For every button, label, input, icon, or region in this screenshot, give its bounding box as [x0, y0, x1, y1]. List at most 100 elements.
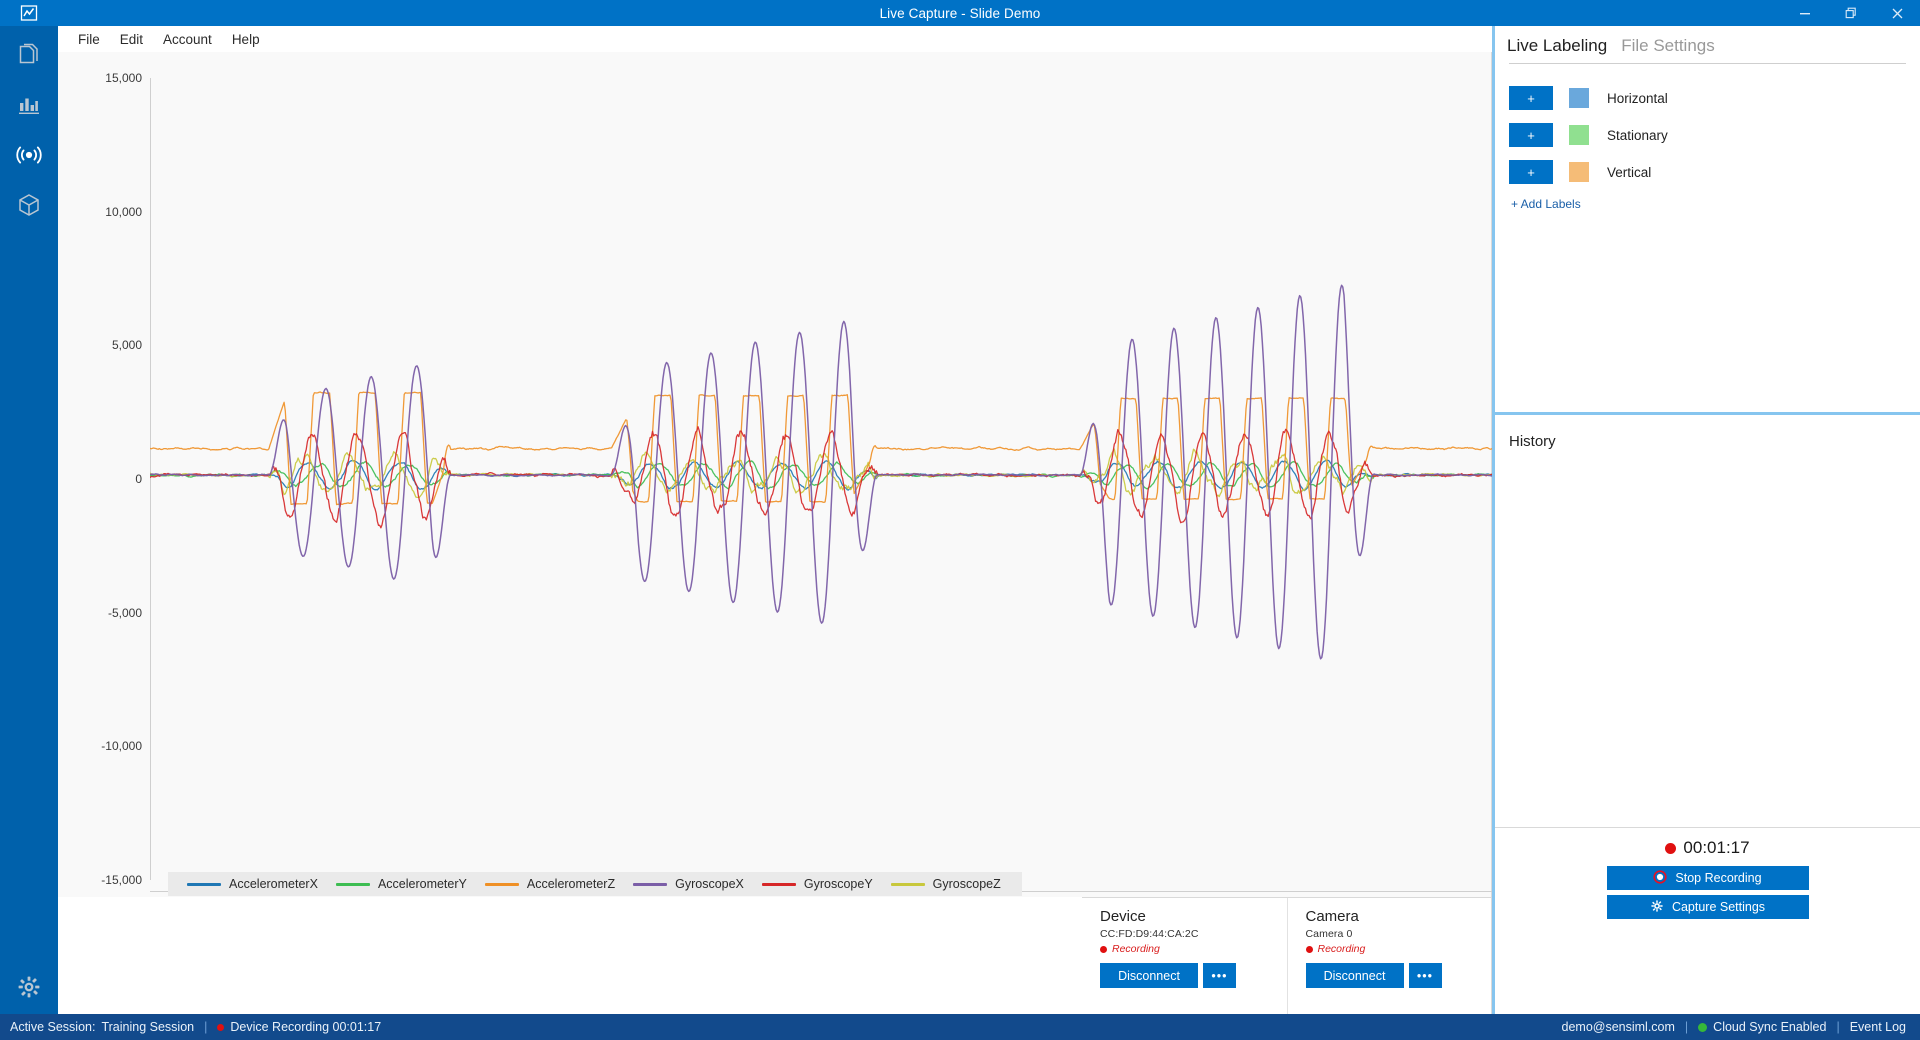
- chart-series-canvas: [150, 284, 1548, 660]
- cloud-sync-status[interactable]: Cloud Sync Enabled: [1698, 1020, 1826, 1034]
- device-card: Device CC:FD:D9:44:CA:2C Recording Disco…: [1082, 898, 1287, 1014]
- window-title: Live Capture - Slide Demo: [879, 5, 1041, 21]
- legend-item[interactable]: GyroscopeY: [753, 877, 882, 891]
- live-broadcast-icon: [14, 142, 44, 173]
- device-disconnect-button[interactable]: Disconnect: [1100, 963, 1198, 988]
- menu-item-help[interactable]: Help: [222, 29, 270, 50]
- app-logo-icon: [0, 0, 58, 26]
- sidebar-bottom: [0, 964, 58, 1014]
- legend-label: AccelerometerX: [229, 877, 318, 891]
- gear-icon: [1650, 899, 1664, 916]
- legend-label: GyroscopeY: [803, 877, 873, 891]
- label-row: + Vertical: [1509, 160, 1920, 184]
- camera-card-name: Camera 0: [1305, 928, 1353, 940]
- status-separator: |: [1836, 1020, 1840, 1034]
- capture-settings-label: Capture Settings: [1671, 900, 1766, 914]
- stop-recording-label: Stop Recording: [1675, 871, 1762, 885]
- add-label-vertical-button[interactable]: +: [1509, 160, 1553, 184]
- chart-legend: AccelerometerX AccelerometerY Acceleromete…: [168, 872, 1022, 896]
- event-log-link[interactable]: Event Log: [1850, 1020, 1906, 1034]
- label-name: Stationary: [1607, 127, 1668, 143]
- recording-dot-icon: [1305, 945, 1313, 953]
- legend-color-swatch: [187, 882, 221, 886]
- camera-card-title: Camera: [1305, 908, 1359, 925]
- y-axis-tick-label: -15,000: [101, 873, 142, 887]
- legend-item[interactable]: AccelerometerY: [327, 877, 476, 891]
- history-title: History: [1509, 433, 1556, 450]
- sidebar-item-charts[interactable]: [0, 82, 58, 132]
- live-labels-list: + Horizontal + Stationary + Vertical + Add Lab…: [1495, 64, 1920, 412]
- sidebar-item-live-capture[interactable]: [0, 132, 58, 182]
- status-separator: |: [1684, 1020, 1689, 1034]
- label-color-swatch: [1569, 162, 1589, 182]
- device-recording-text: Device Recording 00:01:17: [230, 1020, 382, 1034]
- y-axis-tick-label: -5,000: [107, 605, 142, 620]
- label-row: + Stationary: [1509, 123, 1920, 147]
- camera-card-status-text: Recording: [1317, 943, 1366, 955]
- legend-color-swatch: [484, 882, 519, 886]
- stop-recording-icon: [1653, 869, 1668, 887]
- recording-timer-text: 00:01:17: [1683, 838, 1750, 857]
- y-axis-tick-label: -10,000: [101, 739, 142, 754]
- chart-plot-area[interactable]: AccelerometerX AccelerometerY Acceleromete…: [150, 60, 1548, 896]
- device-card-status: Recording: [1100, 943, 1273, 955]
- left-navigation-rail: [0, 26, 58, 1040]
- documents-icon: [16, 42, 42, 73]
- label-color-swatch: [1569, 125, 1589, 145]
- active-session: Active Session: Training Session: [10, 1020, 194, 1034]
- tab-live-labeling[interactable]: Live Labeling: [1507, 36, 1607, 63]
- add-label-horizontal-button[interactable]: +: [1509, 86, 1553, 110]
- label-row: + Horizontal: [1509, 86, 1920, 110]
- y-axis-tick-label: 5,000: [111, 338, 142, 353]
- legend-label: GyroscopeZ: [932, 877, 1001, 891]
- device-card-title: Device: [1100, 908, 1146, 925]
- legend-item[interactable]: GyroscopeZ: [882, 877, 1010, 891]
- camera-more-button[interactable]: •••: [1408, 963, 1442, 988]
- recording-timer: 00:01:17: [1665, 838, 1750, 858]
- device-more-button[interactable]: •••: [1203, 963, 1236, 988]
- recording-controls: 00:01:17 Stop Recording Capture Settings: [1495, 827, 1920, 944]
- label-color-swatch: [1569, 88, 1589, 108]
- active-session-name: Training Session: [101, 1020, 195, 1034]
- sidebar-item-documents[interactable]: [0, 32, 58, 82]
- chart-y-axis: 15,000 10,000 5,000 0 -5,000 -10,000 -15,000: [58, 52, 150, 897]
- recording-dot-icon: [1665, 842, 1677, 854]
- status-bar-left: Active Session: Training Session | Devic…: [10, 1020, 381, 1034]
- device-card-status-text: Recording: [1112, 943, 1160, 955]
- device-card-address: CC:FD:D9:44:CA:2C: [1100, 928, 1199, 940]
- capture-settings-button[interactable]: Capture Settings: [1606, 895, 1809, 919]
- account-email[interactable]: demo@sensiml.com: [1562, 1020, 1675, 1034]
- chart-series-gyroscopex: [150, 284, 1548, 660]
- history-section: History: [1495, 415, 1920, 827]
- legend-item[interactable]: AccelerometerX: [178, 877, 327, 891]
- menu-item-file[interactable]: File: [68, 29, 110, 50]
- camera-disconnect-button[interactable]: Disconnect: [1305, 963, 1404, 988]
- sidebar-item-settings[interactable]: [0, 964, 58, 1014]
- status-bar: Active Session: Training Session | Devic…: [0, 1014, 1920, 1040]
- legend-item[interactable]: AccelerometerZ: [476, 877, 624, 891]
- cube-icon: [16, 192, 42, 223]
- stop-recording-button[interactable]: Stop Recording: [1606, 866, 1809, 890]
- legend-color-swatch: [633, 882, 668, 886]
- recording-dot-icon: [217, 1023, 225, 1031]
- status-separator: |: [204, 1020, 208, 1034]
- gear-icon: [16, 974, 42, 1005]
- menu-bar: File Edit Account Help: [58, 26, 1492, 52]
- sidebar-item-models[interactable]: [0, 182, 58, 232]
- label-name: Horizontal: [1607, 90, 1668, 106]
- menu-item-account[interactable]: Account: [153, 29, 222, 50]
- cloud-sync-dot-icon: [1698, 1022, 1708, 1032]
- restore-button[interactable]: [1828, 0, 1874, 26]
- minimize-button[interactable]: [1782, 0, 1828, 26]
- add-label-stationary-button[interactable]: +: [1509, 123, 1553, 147]
- add-labels-link[interactable]: + Add Labels: [1511, 197, 1920, 211]
- status-bar-right: demo@sensiml.com | Cloud Sync Enabled | …: [1562, 1020, 1907, 1034]
- active-session-label: Active Session:: [10, 1020, 96, 1034]
- camera-card: Camera Camera 0 Recording Disconnect •••: [1286, 898, 1492, 1014]
- legend-item[interactable]: GyroscopeX: [624, 877, 753, 891]
- tab-file-settings[interactable]: File Settings: [1621, 36, 1715, 63]
- app-window: Live Capture - Slide Demo File Edit Acco…: [0, 0, 1920, 1040]
- legend-color-swatch: [761, 882, 796, 886]
- close-button[interactable]: [1874, 0, 1920, 26]
- menu-item-edit[interactable]: Edit: [110, 29, 153, 50]
